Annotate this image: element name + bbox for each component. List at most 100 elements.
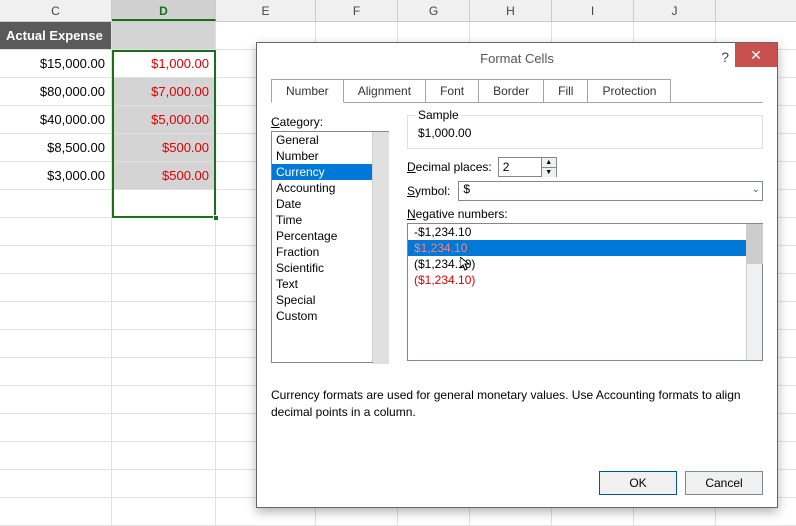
category-item-scientific[interactable]: Scientific xyxy=(272,260,372,276)
negative-scrollbar[interactable] xyxy=(746,224,762,360)
category-item-currency[interactable]: Currency xyxy=(272,164,372,180)
cell[interactable] xyxy=(112,274,216,301)
negative-format-option[interactable]: ($1,234.10) xyxy=(408,256,746,272)
cell[interactable]: $15,000.00 xyxy=(0,50,112,77)
cell[interactable] xyxy=(112,358,216,385)
cell[interactable] xyxy=(0,442,112,469)
close-icon: ✕ xyxy=(750,47,762,63)
tab-panel-number: Category: GeneralNumberCurrencyAccountin… xyxy=(271,102,763,460)
category-item-number[interactable]: Number xyxy=(272,148,372,164)
negative-numbers-label: Negative numbers: xyxy=(407,207,763,221)
cell[interactable]: $80,000.00 xyxy=(0,78,112,105)
cell[interactable] xyxy=(0,330,112,357)
cell[interactable] xyxy=(0,498,112,525)
cell[interactable] xyxy=(0,386,112,413)
cell[interactable] xyxy=(112,498,216,525)
decimal-spinner[interactable]: ▲ ▼ xyxy=(541,157,557,177)
negative-format-option[interactable]: -$1,234.10 xyxy=(408,224,746,240)
cell[interactable] xyxy=(0,218,112,245)
cell[interactable]: $500.00 xyxy=(112,162,216,189)
symbol-value: $ xyxy=(463,182,470,196)
dialog-buttons: OK Cancel xyxy=(599,471,763,495)
cell[interactable] xyxy=(0,358,112,385)
column-header-e[interactable]: E xyxy=(216,0,316,21)
decimal-places-label: Decimal places: xyxy=(407,160,492,174)
spinner-up-icon[interactable]: ▲ xyxy=(542,158,556,168)
cell[interactable] xyxy=(112,330,216,357)
cancel-button[interactable]: Cancel xyxy=(685,471,763,495)
tab-number[interactable]: Number xyxy=(271,79,344,103)
cell[interactable] xyxy=(0,302,112,329)
cell[interactable]: $7,000.00 xyxy=(112,78,216,105)
cell[interactable] xyxy=(0,246,112,273)
category-item-general[interactable]: General xyxy=(272,132,372,148)
category-label: Category: xyxy=(271,115,391,129)
tab-strip: NumberAlignmentFontBorderFillProtection xyxy=(271,79,777,103)
spinner-down-icon[interactable]: ▼ xyxy=(542,168,556,177)
cell[interactable] xyxy=(0,274,112,301)
category-item-special[interactable]: Special xyxy=(272,292,372,308)
negative-numbers-listbox[interactable]: -$1,234.10$1,234.10($1,234.10)($1,234.10… xyxy=(407,223,763,361)
cell[interactable] xyxy=(112,470,216,497)
format-cells-dialog: Format Cells ? ✕ NumberAlignmentFontBord… xyxy=(256,42,778,508)
sample-label: Sample xyxy=(416,108,461,122)
symbol-select[interactable]: $ ⌄ xyxy=(458,181,763,201)
cell[interactable] xyxy=(112,414,216,441)
cell[interactable] xyxy=(0,470,112,497)
dialog-titlebar[interactable]: Format Cells ? ✕ xyxy=(257,43,777,73)
cell[interactable]: $3,000.00 xyxy=(0,162,112,189)
cell[interactable] xyxy=(112,22,216,49)
negative-format-option[interactable]: $1,234.10 xyxy=(408,240,746,256)
column-header-j[interactable]: J xyxy=(634,0,716,21)
tab-border[interactable]: Border xyxy=(478,79,544,103)
cell[interactable] xyxy=(112,302,216,329)
dialog-title: Format Cells xyxy=(480,51,554,66)
help-button[interactable]: ? xyxy=(721,49,729,65)
column-header-f[interactable]: F xyxy=(316,0,398,21)
cell[interactable] xyxy=(112,218,216,245)
column-header-d[interactable]: D xyxy=(112,0,216,21)
cell[interactable] xyxy=(0,414,112,441)
decimal-places-input[interactable] xyxy=(498,157,542,177)
column-header-i[interactable]: I xyxy=(552,0,634,21)
header-cell-actual-expense[interactable]: Actual Expense xyxy=(0,22,112,49)
column-header-h[interactable]: H xyxy=(470,0,552,21)
sample-group: Sample $1,000.00 xyxy=(407,115,763,149)
cell[interactable]: $500.00 xyxy=(112,134,216,161)
category-listbox[interactable]: GeneralNumberCurrencyAccountingDateTimeP… xyxy=(271,131,389,363)
chevron-down-icon: ⌄ xyxy=(752,184,760,195)
cell[interactable] xyxy=(112,190,216,217)
symbol-label: Symbol: xyxy=(407,184,450,198)
selection-fill-handle[interactable] xyxy=(213,215,219,221)
category-item-percentage[interactable]: Percentage xyxy=(272,228,372,244)
category-item-text[interactable]: Text xyxy=(272,276,372,292)
column-header-c[interactable]: C xyxy=(0,0,112,21)
tab-fill[interactable]: Fill xyxy=(543,79,588,103)
tab-protection[interactable]: Protection xyxy=(587,79,671,103)
category-item-accounting[interactable]: Accounting xyxy=(272,180,372,196)
column-header-g[interactable]: G xyxy=(398,0,470,21)
negative-format-option[interactable]: ($1,234.10) xyxy=(408,272,746,288)
category-item-time[interactable]: Time xyxy=(272,212,372,228)
category-item-custom[interactable]: Custom xyxy=(272,308,372,324)
category-scrollbar[interactable] xyxy=(372,132,388,362)
cell[interactable]: $5,000.00 xyxy=(112,106,216,133)
tab-font[interactable]: Font xyxy=(425,79,479,103)
category-item-fraction[interactable]: Fraction xyxy=(272,244,372,260)
cell[interactable] xyxy=(112,442,216,469)
column-headers: CDEFGHIJ xyxy=(0,0,796,22)
category-item-date[interactable]: Date xyxy=(272,196,372,212)
tab-alignment[interactable]: Alignment xyxy=(343,79,426,103)
cell[interactable]: $8,500.00 xyxy=(0,134,112,161)
sample-value: $1,000.00 xyxy=(416,126,754,140)
cell[interactable]: $1,000.00 xyxy=(112,50,216,77)
cell[interactable]: $40,000.00 xyxy=(0,106,112,133)
cell[interactable] xyxy=(112,246,216,273)
format-description: Currency formats are used for general mo… xyxy=(271,387,763,421)
close-button[interactable]: ✕ xyxy=(735,43,777,67)
scrollbar-thumb[interactable] xyxy=(747,224,763,264)
ok-button[interactable]: OK xyxy=(599,471,677,495)
cell[interactable] xyxy=(0,190,112,217)
cell[interactable] xyxy=(112,386,216,413)
scrollbar-thumb[interactable] xyxy=(373,132,389,364)
